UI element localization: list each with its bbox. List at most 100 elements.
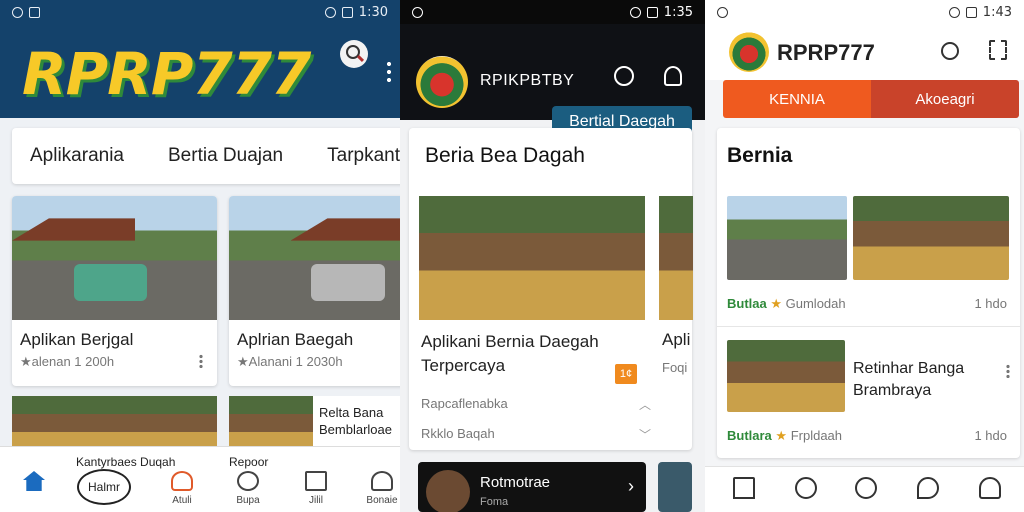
status-time: 1:30: [358, 4, 388, 20]
bottom-nav: Kantyrbaes Duqah Repoor Halmr Atuli Bupa…: [0, 446, 400, 512]
app-logo-icon: [729, 32, 769, 72]
notification-icon: [717, 6, 728, 18]
add-icon[interactable]: [855, 477, 877, 499]
app-logo-icon: [416, 56, 468, 108]
article-card[interactable]: Aplikan Berjgal ★alenan 1 200h: [12, 196, 217, 386]
nav-bonaie[interactable]: Bonaie: [362, 447, 400, 512]
chevron-up-icon: ︿: [638, 398, 651, 412]
home-icon: [23, 471, 45, 491]
chat-icon[interactable]: [917, 477, 939, 499]
home-icon[interactable]: [733, 477, 755, 499]
section-title: Bernia: [727, 144, 793, 167]
article-image: [12, 196, 217, 320]
nav-label: Halmr: [77, 469, 131, 505]
nav-bupa[interactable]: Bupa: [228, 447, 268, 512]
app-bar: RPRP777: [0, 24, 400, 118]
screen-1: 1:30 RPRP777 Aplikarania Bertia Duajan T…: [0, 0, 400, 512]
status-right: 1:43: [948, 5, 1012, 20]
row-label: Rapcaflenabka: [421, 396, 508, 411]
article-image[interactable]: [853, 196, 1009, 280]
tag-label: Butlaa: [727, 296, 767, 311]
notification-icon: [12, 6, 23, 18]
user-icon: [371, 471, 393, 491]
nav-halmr[interactable]: Halmr: [76, 447, 132, 512]
app-bar: RPIKPBTBY Bertial Daegah: [400, 24, 705, 138]
wifi-icon: [324, 6, 336, 18]
bottom-nav: [705, 466, 1024, 512]
row-label: Rkklo Baqah: [421, 426, 495, 441]
nav-label: Jilil: [309, 495, 323, 506]
list-icon: [305, 471, 327, 491]
article-image: [229, 196, 400, 320]
nav-atuli[interactable]: Atuli: [162, 447, 202, 512]
expand-row[interactable]: Rkklo Baqah ﹀: [421, 426, 651, 443]
more-menu-icon[interactable]: [387, 60, 391, 84]
nav-home[interactable]: [14, 447, 54, 512]
app-brand-logo: RPRP777: [22, 40, 311, 108]
user-icon[interactable]: [664, 66, 682, 86]
tab-aplikarania[interactable]: Aplikarania: [30, 145, 124, 167]
share-icon[interactable]: [989, 40, 1007, 60]
article-image-peek[interactable]: [659, 196, 693, 320]
article-list: Bernia Butlaa ★ Gumlodah 1 hdo Retinhar …: [717, 128, 1020, 458]
article-image[interactable]: [419, 196, 645, 320]
status-bar: 1:30: [0, 0, 400, 24]
user-icon[interactable]: [979, 477, 1001, 499]
status-bar: 1:35: [400, 0, 705, 24]
status-left: [717, 6, 728, 18]
article-title: Aplikan Berjgal: [20, 330, 134, 349]
status-bar: 1:43: [705, 0, 1024, 24]
nav-label: Bonaie: [366, 495, 398, 506]
article-title[interactable]: Aplikani Bernia Daegah Terpercaya: [421, 330, 621, 378]
article-meta: ★alenan 1 200h: [20, 354, 115, 369]
battery-icon: [646, 6, 658, 18]
section-title: Beria Bea Dagah: [425, 144, 585, 167]
alarm-icon: [629, 6, 641, 18]
wifi-icon: [948, 6, 960, 18]
article-title[interactable]: Retinhar Banga Brambraya: [853, 358, 983, 402]
status-right: 1:35: [629, 4, 693, 20]
search-icon[interactable]: [795, 477, 817, 499]
segment-kennia[interactable]: KENNIA: [723, 80, 871, 118]
media-card[interactable]: Rotmotrae Foma ›: [418, 462, 646, 512]
image-icon: [29, 6, 40, 18]
tab-bertia[interactable]: Bertia Duajan: [168, 145, 283, 167]
chevron-down-icon: ﹀: [638, 428, 651, 442]
battery-icon: [341, 6, 353, 18]
notification-icon: [412, 6, 423, 18]
divider: [717, 326, 1020, 327]
segmented-control: KENNIA Akoeagri: [723, 80, 1019, 118]
nav-label: Bupa: [236, 495, 260, 506]
battery-icon: [965, 6, 977, 18]
article-image[interactable]: [727, 340, 845, 412]
screen-2: 1:35 RPIKPBTBY Bertial Daegah Beria Bea …: [400, 0, 705, 512]
avatar: [426, 470, 470, 512]
author-label: Frpldaah: [790, 428, 843, 443]
star-icon: ★: [770, 296, 783, 311]
more-options-icon[interactable]: [1006, 364, 1010, 378]
article-image[interactable]: [727, 196, 847, 280]
article-title-peek: Apli: [662, 330, 691, 349]
media-title: Rotmotrae: [480, 474, 551, 491]
search-icon[interactable]: [941, 42, 959, 60]
tab-tarpkantu[interactable]: Tarpkantu: [327, 145, 400, 167]
star-icon: ★: [775, 428, 788, 443]
more-options-icon[interactable]: [199, 354, 203, 368]
status-left: [12, 6, 40, 18]
category-tabs: Aplikarania Bertia Duajan Tarpkantu: [12, 128, 400, 184]
search-icon[interactable]: [340, 40, 368, 68]
media-card-peek[interactable]: [658, 462, 692, 512]
segment-akoeagri[interactable]: Akoeagri: [871, 80, 1019, 118]
article-card[interactable]: Aplrian Baegah ★Alanani 1 2030h: [229, 196, 400, 386]
app-title: RPRP777: [777, 40, 875, 65]
chevron-right-icon: ›: [628, 476, 634, 496]
expand-row[interactable]: Rapcaflenabka ︿: [421, 396, 651, 413]
nav-label: Atuli: [172, 495, 192, 506]
nav-jilil[interactable]: Jilil: [296, 447, 336, 512]
time-label: 1 hdo: [974, 296, 1007, 311]
article-title: Aplrian Baegah: [237, 330, 354, 349]
screen-3: 1:43 RPRP777 KENNIA Akoeagri Bernia Butl…: [705, 0, 1024, 512]
status-time: 1:35: [663, 4, 693, 20]
search-icon[interactable]: [614, 66, 634, 86]
badge-icon: 1¢: [615, 364, 637, 384]
